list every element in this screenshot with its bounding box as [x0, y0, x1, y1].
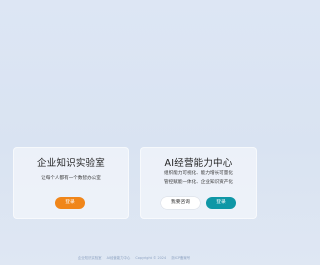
ai-capability-description-line-2: 管控赋能一体化、企业知识资产化 — [164, 180, 233, 185]
footer-icp[interactable]: 浙ICP备案号 — [171, 256, 190, 260]
consult-button[interactable]: 我要咨询 — [161, 197, 200, 209]
footer: 企业知识实验室 AI经营能力中心 Copyright © 2024 浙ICP备案… — [0, 255, 268, 260]
knowledge-lab-card: 企业知识实验室 让每个人都有一个数智办公室 登录 — [13, 147, 129, 219]
knowledge-lab-description: 让每个人都有一个数智办公室 — [41, 176, 101, 181]
footer-link-1[interactable]: 企业知识实验室 — [78, 256, 102, 260]
ai-capability-title: AI经营能力中心 — [164, 158, 233, 169]
ai-capability-card: AI经营能力中心 组织能力可视化、能力增长可量化 管控赋能一体化、企业知识资产化… — [140, 147, 257, 219]
ai-capability-description-line-1: 组织能力可视化、能力增长可量化 — [164, 171, 233, 176]
ai-capability-login-button[interactable]: 登录 — [206, 197, 236, 209]
knowledge-lab-login-button[interactable]: 登录 — [55, 197, 85, 209]
login-portal: 企业知识实验室 让每个人都有一个数智办公室 登录 AI经营能力中心 组织能力可视… — [0, 0, 268, 265]
footer-link-2[interactable]: AI经营能力中心 — [107, 256, 131, 260]
footer-copyright: Copyright © 2024 — [135, 256, 167, 260]
knowledge-lab-title: 企业知识实验室 — [37, 158, 105, 169]
